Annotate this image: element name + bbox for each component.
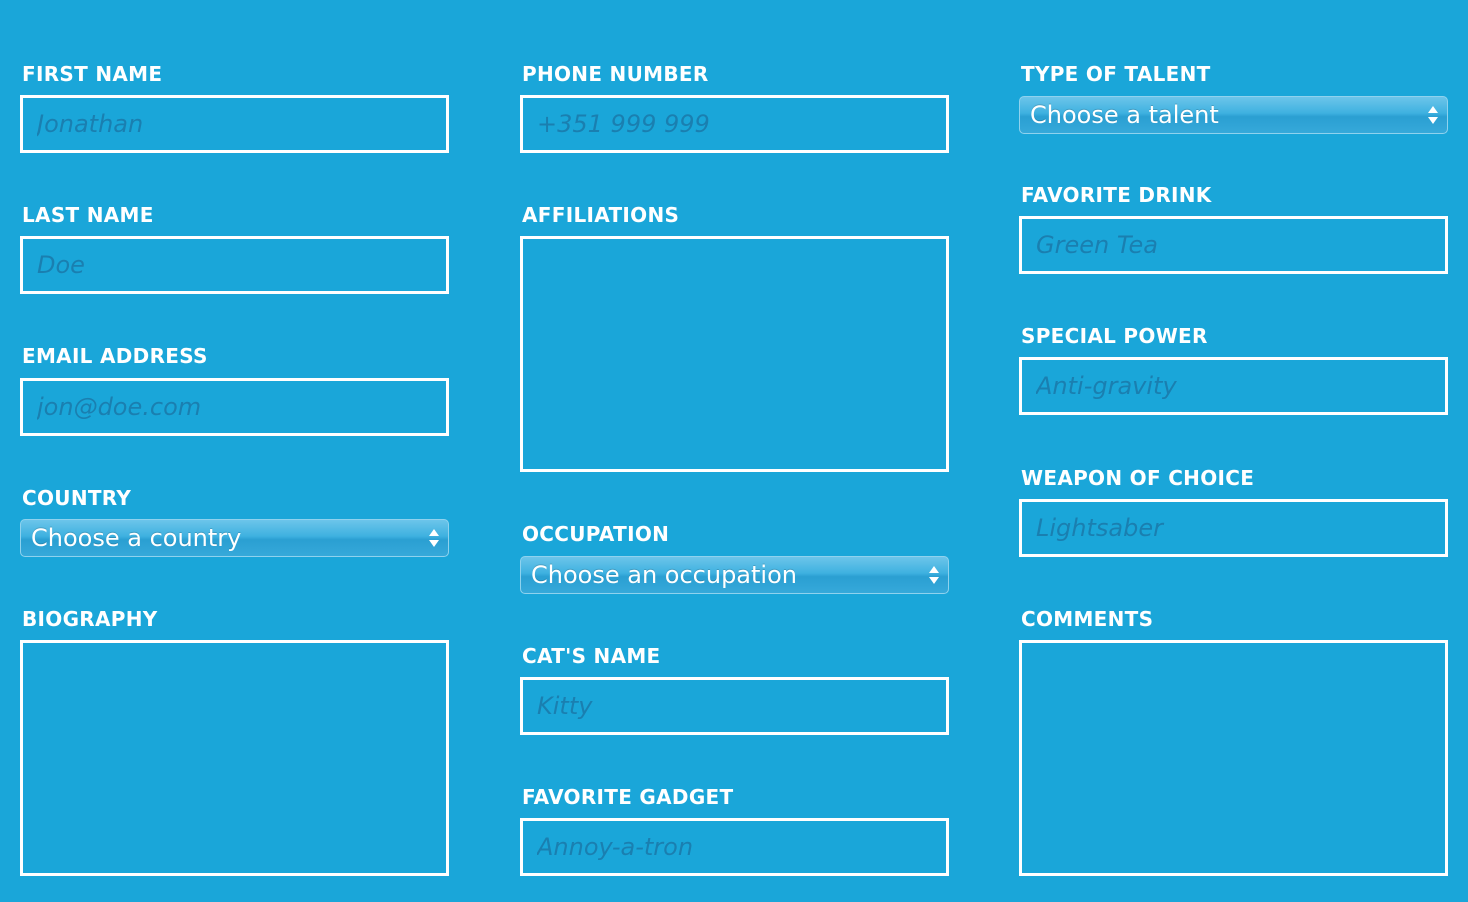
type-of-talent-label: TYPE OF TALENT: [1021, 62, 1211, 86]
country-label: COUNTRY: [22, 486, 132, 510]
occupation-label: OCCUPATION: [522, 522, 670, 546]
favorite-gadget-label: FAVORITE GADGET: [522, 785, 734, 809]
email-address-label: EMAIL ADDRESS: [22, 344, 208, 368]
first-name-label: FIRST NAME: [22, 62, 163, 86]
cats-name-input[interactable]: [520, 677, 949, 735]
talent-select-value: Choose a talent: [1030, 101, 1219, 129]
special-power-input[interactable]: [1019, 357, 1448, 415]
email-address-input[interactable]: [20, 378, 449, 436]
occupation-select[interactable]: Choose an occupation: [520, 556, 949, 594]
talent-select[interactable]: Choose a talent: [1019, 96, 1448, 134]
affiliations-textarea[interactable]: [520, 236, 949, 472]
occupation-select-value: Choose an occupation: [531, 561, 797, 589]
favorite-drink-input[interactable]: [1019, 216, 1448, 274]
last-name-input[interactable]: [20, 236, 449, 294]
first-name-input[interactable]: [20, 95, 449, 153]
up-down-arrows-icon: [428, 527, 440, 549]
phone-number-label: PHONE NUMBER: [522, 62, 709, 86]
favorite-drink-label: FAVORITE DRINK: [1021, 183, 1212, 207]
country-select-value: Choose a country: [31, 524, 242, 552]
up-down-arrows-icon: [928, 564, 940, 586]
weapon-of-choice-input[interactable]: [1019, 499, 1448, 557]
comments-label: COMMENTS: [1021, 607, 1154, 631]
country-select[interactable]: Choose a country: [20, 519, 449, 557]
biography-textarea[interactable]: [20, 640, 449, 876]
phone-number-input[interactable]: [520, 95, 949, 153]
up-down-arrows-icon: [1427, 104, 1439, 126]
special-power-label: SPECIAL POWER: [1021, 324, 1208, 348]
weapon-of-choice-label: WEAPON OF CHOICE: [1021, 466, 1255, 490]
comments-textarea[interactable]: [1019, 640, 1448, 876]
affiliations-label: AFFILIATIONS: [522, 203, 680, 227]
biography-label: BIOGRAPHY: [22, 607, 158, 631]
cats-name-label: CAT'S NAME: [522, 644, 661, 668]
favorite-gadget-input[interactable]: [520, 818, 949, 876]
last-name-label: LAST NAME: [22, 203, 154, 227]
